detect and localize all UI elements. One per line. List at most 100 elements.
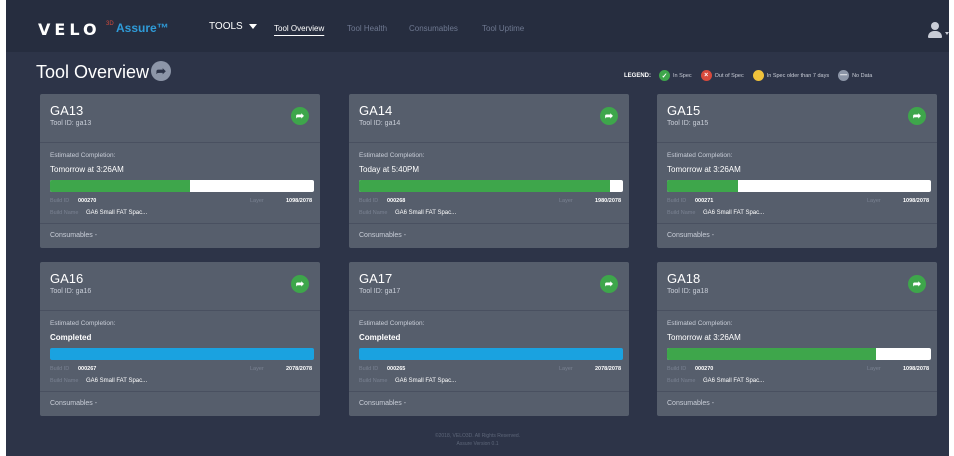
consumables-label[interactable]: Consumables - — [50, 232, 97, 239]
completion-time: Tomorrow at 3:26AM — [667, 333, 741, 342]
brand-product: Assure™ — [116, 21, 169, 35]
user-icon — [931, 22, 939, 30]
completion-time: Today at 5:40PM — [359, 165, 420, 174]
build-id-label: Build ID — [50, 198, 70, 204]
est-completion-label: Estimated Completion: — [50, 152, 116, 159]
divider — [657, 142, 937, 143]
tool-id: Tool ID: ga18 — [667, 288, 709, 295]
tool-id: Tool ID: ga16 — [50, 288, 92, 295]
legend-item-out-of-spec: × Out of Spec — [700, 70, 744, 81]
tool-card-ga13: GA13 Tool ID: ga13 ➦ Estimated Completio… — [40, 94, 320, 248]
tool-id: Tool ID: ga17 — [359, 288, 401, 295]
consumables-label[interactable]: Consumables - — [359, 400, 406, 407]
top-navbar: VELO 3D Assure™ TOOLS Tool Overview Tool… — [6, 0, 949, 52]
nav-consumables[interactable]: Consumables — [409, 24, 458, 33]
tools-dropdown[interactable]: TOOLS — [209, 21, 257, 32]
completion-time: Tomorrow at 3:26AM — [667, 165, 741, 174]
share-arrow-icon[interactable]: ➦ — [151, 61, 171, 81]
est-completion-label: Estimated Completion: — [359, 152, 425, 159]
est-completion-label: Estimated Completion: — [667, 152, 733, 159]
brand-logo[interactable]: VELO — [38, 20, 101, 39]
progress-bar — [667, 180, 931, 192]
progress-fill — [359, 348, 623, 360]
progress-fill — [667, 180, 739, 192]
tool-name: GA15 — [667, 103, 701, 118]
progress-bar — [359, 348, 623, 360]
progress-fill — [50, 348, 314, 360]
divider — [349, 310, 629, 311]
check-icon: ✓ — [659, 70, 670, 81]
build-name-label: Build Name — [359, 210, 388, 216]
tool-id: Tool ID: ga15 — [667, 120, 709, 127]
layer-value: 1098/2078 — [286, 198, 312, 204]
nav-tool-uptime[interactable]: Tool Uptime — [482, 24, 524, 33]
divider — [349, 391, 629, 392]
layer-label: Layer — [867, 366, 881, 372]
build-id-value: 000271 — [695, 198, 714, 204]
consumables-label[interactable]: Consumables - — [667, 232, 714, 239]
layer-value: 1980/2078 — [595, 198, 621, 204]
layer-value: 1098/2078 — [903, 366, 929, 372]
build-name-value: GA6 Small FAT Spac... — [703, 210, 765, 216]
legend: LEGEND: ✓ In Spec × Out of Spec In Spec … — [624, 70, 876, 81]
build-name-label: Build Name — [359, 378, 388, 384]
go-arrow-icon[interactable]: ➦ — [291, 275, 309, 293]
x-icon: × — [700, 70, 712, 81]
tool-id: Tool ID: ga13 — [50, 120, 92, 127]
build-id-label: Build ID — [359, 198, 379, 204]
go-arrow-icon[interactable]: ➦ — [600, 275, 618, 293]
build-name-value: GA6 Small FAT Spac... — [86, 378, 148, 384]
legend-item-old-spec: In Spec older than 7 days — [752, 70, 829, 81]
build-id-value: 000268 — [387, 198, 406, 204]
divider — [349, 142, 629, 143]
divider — [40, 310, 320, 311]
progress-bar — [50, 348, 314, 360]
progress-bar — [667, 348, 931, 360]
build-id-value: 000270 — [78, 198, 97, 204]
tools-label: TOOLS — [209, 21, 243, 32]
go-arrow-icon[interactable]: ➦ — [600, 107, 618, 125]
legend-text: Out of Spec — [714, 72, 744, 79]
layer-value: 1098/2078 — [903, 198, 929, 204]
nav-tool-overview[interactable]: Tool Overview — [274, 24, 324, 33]
tool-name: GA13 — [50, 103, 84, 118]
est-completion-label: Estimated Completion: — [50, 320, 116, 327]
build-id-label: Build ID — [667, 198, 687, 204]
legend-text: In Spec — [673, 72, 692, 79]
progress-fill — [667, 348, 876, 360]
footer: ©2018, VELO3D. All Rights Reserved. Assu… — [6, 432, 949, 448]
est-completion-label: Estimated Completion: — [359, 320, 425, 327]
build-name-label: Build Name — [667, 378, 696, 384]
version-text: Assure Version 0.1 — [456, 441, 499, 447]
go-arrow-icon[interactable]: ➦ — [291, 107, 309, 125]
consumables-label[interactable]: Consumables - — [50, 400, 97, 407]
user-menu[interactable] — [927, 22, 949, 40]
build-id-value: 000267 — [78, 366, 97, 372]
copyright-text: ©2018, VELO3D. All Rights Reserved. — [434, 433, 521, 439]
divider — [657, 223, 937, 224]
build-id-label: Build ID — [50, 366, 70, 372]
completion-time: Completed — [359, 333, 401, 342]
progress-bar — [50, 180, 314, 192]
nav-tool-health[interactable]: Tool Health — [347, 24, 387, 33]
build-name-label: Build Name — [667, 210, 696, 216]
tool-card-ga14: GA14 Tool ID: ga14 ➦ Estimated Completio… — [349, 94, 629, 248]
warning-dot-icon — [752, 70, 764, 81]
app-window: VELO 3D Assure™ TOOLS Tool Overview Tool… — [6, 0, 949, 456]
build-name-value: GA6 Small FAT Spac... — [703, 378, 765, 384]
divider — [349, 223, 629, 224]
build-name-label: Build Name — [50, 210, 79, 216]
consumables-label[interactable]: Consumables - — [667, 400, 714, 407]
dash-icon: — — [838, 70, 850, 81]
build-name-value: GA6 Small FAT Spac... — [395, 378, 457, 384]
go-arrow-icon[interactable]: ➦ — [908, 275, 926, 293]
divider — [657, 310, 937, 311]
divider — [657, 391, 937, 392]
layer-value: 2078/2078 — [286, 366, 312, 372]
tool-card-ga17: GA17 Tool ID: ga17 ➦ Estimated Completio… — [349, 262, 629, 416]
consumables-label[interactable]: Consumables - — [359, 232, 406, 239]
tool-name: GA18 — [667, 271, 701, 286]
layer-label: Layer — [250, 366, 264, 372]
tool-name: GA14 — [359, 103, 393, 118]
go-arrow-icon[interactable]: ➦ — [908, 107, 926, 125]
